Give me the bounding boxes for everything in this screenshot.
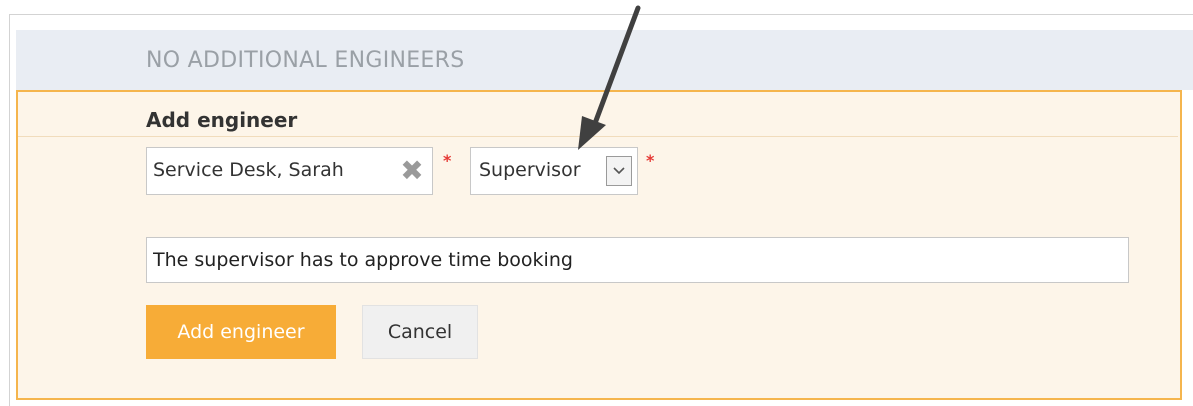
cancel-button[interactable]: Cancel — [362, 305, 478, 359]
role-select[interactable]: Supervisor — [470, 147, 638, 195]
add-engineer-title: Add engineer — [146, 108, 298, 132]
role-value: Supervisor — [479, 159, 581, 181]
engineer-picker[interactable]: Service Desk, Sarah ✖ — [146, 147, 433, 195]
note-input[interactable] — [146, 237, 1129, 283]
chevron-down-icon[interactable] — [606, 156, 632, 186]
add-engineer-button[interactable]: Add engineer — [146, 305, 336, 359]
required-marker: * — [443, 151, 452, 170]
panel-divider — [18, 136, 1178, 137]
engineer-value: Service Desk, Sarah — [153, 159, 344, 181]
no-engineers-label: NO ADDITIONAL ENGINEERS — [146, 48, 465, 73]
close-icon[interactable]: ✖ — [399, 157, 425, 185]
required-marker: * — [646, 151, 655, 170]
frame-left-border — [9, 14, 10, 406]
frame-top-border — [9, 14, 1193, 15]
